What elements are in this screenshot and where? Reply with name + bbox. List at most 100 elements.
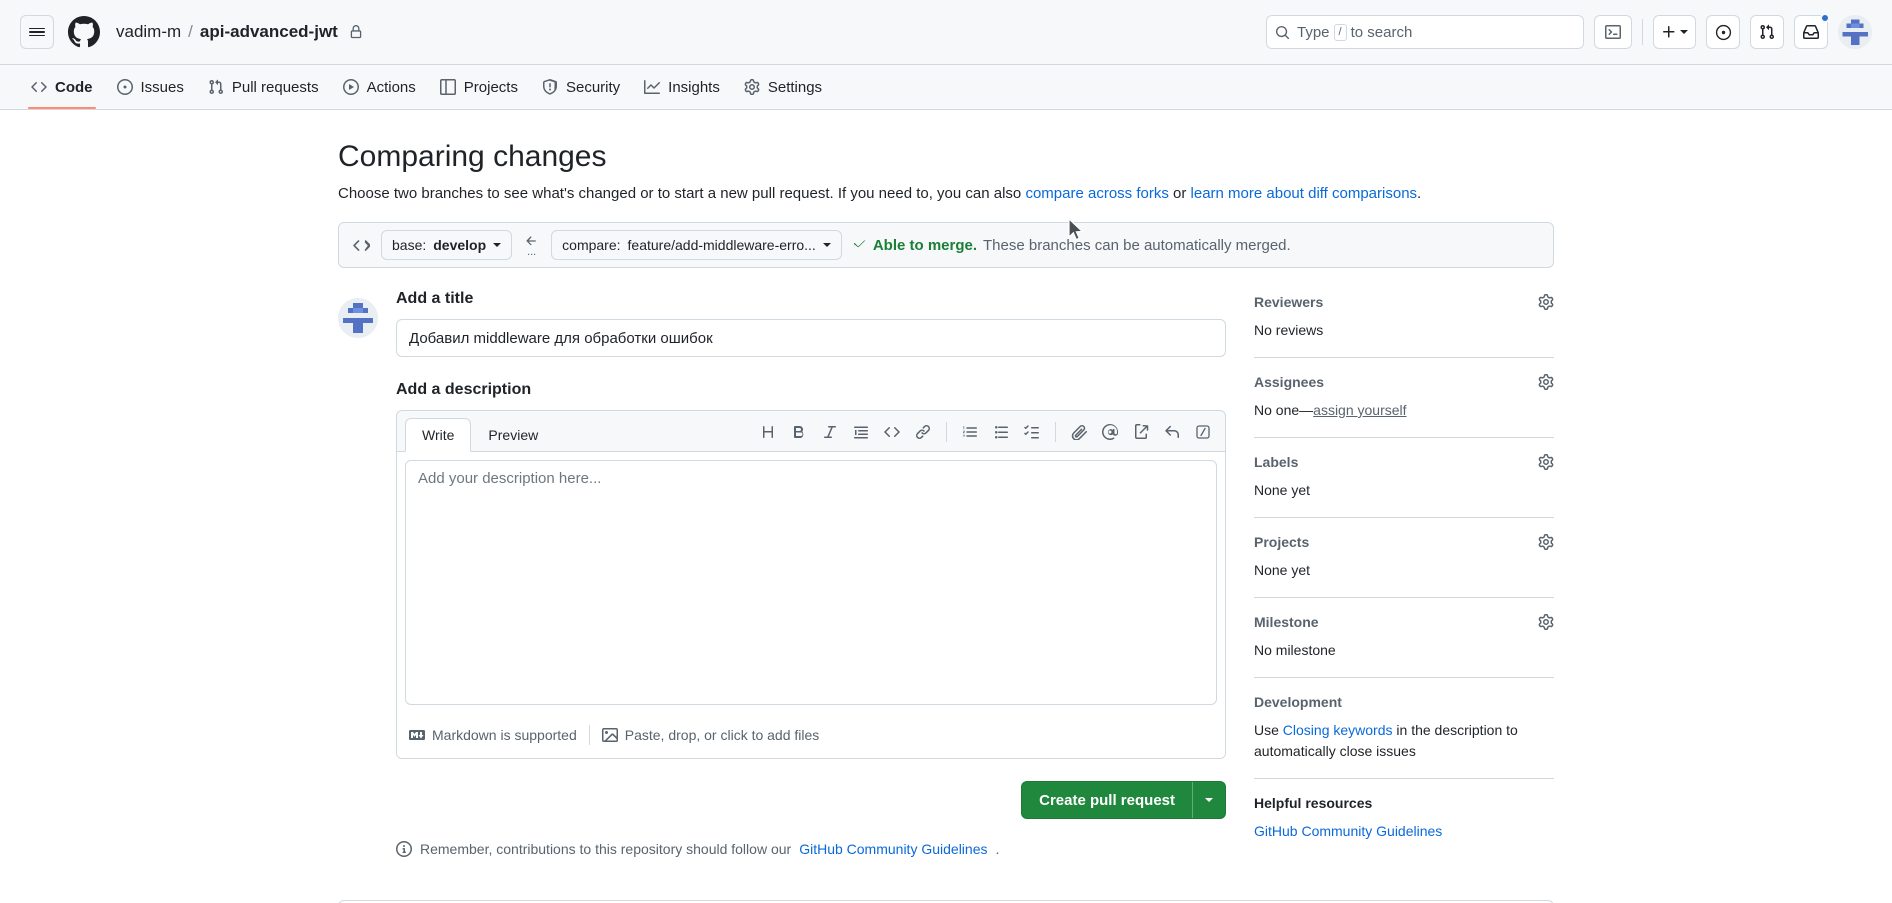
sidebar-section-projects: Projects None yet <box>1254 534 1554 598</box>
compare-prefix-label: compare: <box>562 237 621 253</box>
nav-item-pull-requests[interactable]: Pull requests <box>197 65 330 109</box>
nav-item-issues[interactable]: Issues <box>106 65 195 109</box>
header-actions: Type / to search <box>1266 13 1872 49</box>
community-guidelines-link[interactable]: GitHub Community Guidelines <box>799 841 987 857</box>
sidebar-section-header: Labels <box>1254 454 1554 470</box>
chevron-down-icon <box>1680 30 1688 34</box>
global-header: vadim-m / api-advanced-jwt Type / to sea… <box>0 0 1892 65</box>
sidebar-section-title: Helpful resources <box>1254 795 1373 811</box>
sidebar-section-value: None yet <box>1254 482 1311 498</box>
create-pull-request-dropdown[interactable] <box>1193 782 1225 818</box>
gear-icon[interactable] <box>1538 614 1554 630</box>
merge-status-bold: Able to merge. <box>872 236 978 254</box>
hamburger-line <box>29 27 45 30</box>
avatar[interactable] <box>1838 15 1872 49</box>
page-content: Comparing changes Choose two branches to… <box>0 110 1892 903</box>
gear-icon[interactable] <box>1538 294 1554 310</box>
toolbar-divider <box>946 422 947 442</box>
assign-yourself-link[interactable]: assign yourself <box>1313 402 1406 418</box>
base-branch-name: develop <box>433 237 487 253</box>
bold-icon[interactable] <box>785 418 813 446</box>
base-branch-select[interactable]: base: develop <box>381 230 513 260</box>
nav-item-label: Issues <box>140 78 184 96</box>
hamburger-line <box>29 31 45 33</box>
notifications-button[interactable] <box>1794 13 1830 49</box>
breadcrumb-separator: / <box>188 22 193 41</box>
nav-item-projects[interactable]: Projects <box>429 65 529 109</box>
merge-status: Able to merge. These branches can be aut… <box>853 236 1291 254</box>
mention-icon[interactable] <box>1096 418 1124 446</box>
search-input[interactable]: Type / to search <box>1266 15 1584 49</box>
quote-icon[interactable] <box>847 418 875 446</box>
tab-preview[interactable]: Preview <box>471 418 555 452</box>
sidebar-section-value: None yet <box>1254 562 1311 578</box>
markdown-editor-body <box>397 452 1225 718</box>
cross-reference-icon[interactable] <box>1127 418 1155 446</box>
compare-branch-select[interactable]: compare: feature/add-middleware-erro... <box>551 230 842 260</box>
markdown-editor-tabs: Write Preview <box>397 411 1225 452</box>
nav-item-security[interactable]: Security <box>531 65 631 109</box>
markdown-supported-hint[interactable]: Markdown is supported <box>407 724 589 746</box>
nav-item-settings[interactable]: Settings <box>733 65 833 109</box>
breadcrumb-repo[interactable]: api-advanced-jwt <box>200 22 338 42</box>
image-icon <box>601 728 618 742</box>
inbox-icon <box>1803 25 1819 39</box>
git-compare-icon <box>353 239 370 251</box>
code-icon <box>31 81 47 93</box>
create-pull-request-button[interactable]: Create pull request <box>1021 781 1226 819</box>
italic-icon[interactable] <box>816 418 844 446</box>
nav-item-insights[interactable]: Insights <box>633 65 731 109</box>
nav-item-actions[interactable]: Actions <box>332 65 427 109</box>
pr-title-input[interactable] <box>396 319 1226 357</box>
gear-icon[interactable] <box>1538 454 1554 470</box>
compare-branch-name: feature/add-middleware-erro... <box>627 237 816 253</box>
helpful-community-guidelines-link[interactable]: GitHub Community Guidelines <box>1254 823 1442 839</box>
copilot-button[interactable] <box>1706 15 1740 49</box>
pr-form-column: Add a title Add a description Write Prev… <box>338 290 1226 857</box>
closing-keywords-link[interactable]: Closing keywords <box>1283 722 1393 738</box>
attachment-icon[interactable] <box>1065 418 1093 446</box>
diff-comparisons-link[interactable]: learn more about diff comparisons <box>1191 185 1418 202</box>
tab-write[interactable]: Write <box>405 418 472 452</box>
pull-requests-button[interactable] <box>1750 15 1784 49</box>
sidebar-section-labels: Labels None yet <box>1254 454 1554 518</box>
slash-command-icon[interactable] <box>1189 418 1217 446</box>
page-container: Comparing changes Choose two branches to… <box>338 138 1554 903</box>
identicon-avatar-icon <box>1838 15 1872 49</box>
reply-icon[interactable] <box>1158 418 1186 446</box>
sidebar-section-header: Milestone <box>1254 614 1554 630</box>
repository-nav: Code Issues Pull requests Actions Projec… <box>0 65 1892 110</box>
ordered-list-icon[interactable] <box>956 418 984 446</box>
nav-item-label: Security <box>565 78 621 96</box>
nav-item-code[interactable]: Code <box>20 65 104 109</box>
task-list-icon[interactable] <box>1018 418 1046 446</box>
unordered-list-icon[interactable] <box>987 418 1015 446</box>
pr-description-textarea[interactable] <box>405 460 1217 705</box>
notification-indicator-dot <box>1820 13 1830 23</box>
subtitle-text-1: Choose two branches to see what's change… <box>338 184 1026 202</box>
link-icon[interactable] <box>909 418 937 446</box>
nav-item-label: Pull requests <box>231 78 319 96</box>
sidebar-section-title: Assignees <box>1254 374 1325 390</box>
hamburger-menu-button[interactable] <box>20 15 54 49</box>
create-new-button[interactable] <box>1653 15 1696 49</box>
github-logo-icon[interactable] <box>68 16 100 48</box>
table-icon <box>439 79 456 95</box>
paste-drop-files-hint[interactable]: Paste, drop, or click to add files <box>590 724 832 746</box>
compare-across-forks-link[interactable]: compare across forks <box>1025 185 1168 202</box>
copilot-icon <box>1715 24 1731 40</box>
gear-icon[interactable] <box>1538 374 1554 390</box>
search-placeholder-suffix: to search <box>1350 23 1413 41</box>
heading-icon[interactable] <box>754 418 782 446</box>
command-palette-button[interactable] <box>1594 15 1632 49</box>
markdown-editor-footer: Markdown is supported Paste, drop, or cl… <box>397 718 1225 758</box>
breadcrumb-owner[interactable]: vadim-m <box>116 22 181 42</box>
sidebar-section-header: Assignees <box>1254 374 1554 390</box>
title-form-row: Add a title Add a description Write Prev… <box>338 290 1226 857</box>
sidebar-section-title: Development <box>1254 694 1342 710</box>
code-icon[interactable] <box>878 418 906 446</box>
nav-item-label: Projects <box>463 78 518 96</box>
gear-icon[interactable] <box>1538 534 1554 550</box>
check-icon <box>853 236 867 254</box>
sidebar-section-header: Projects <box>1254 534 1554 550</box>
